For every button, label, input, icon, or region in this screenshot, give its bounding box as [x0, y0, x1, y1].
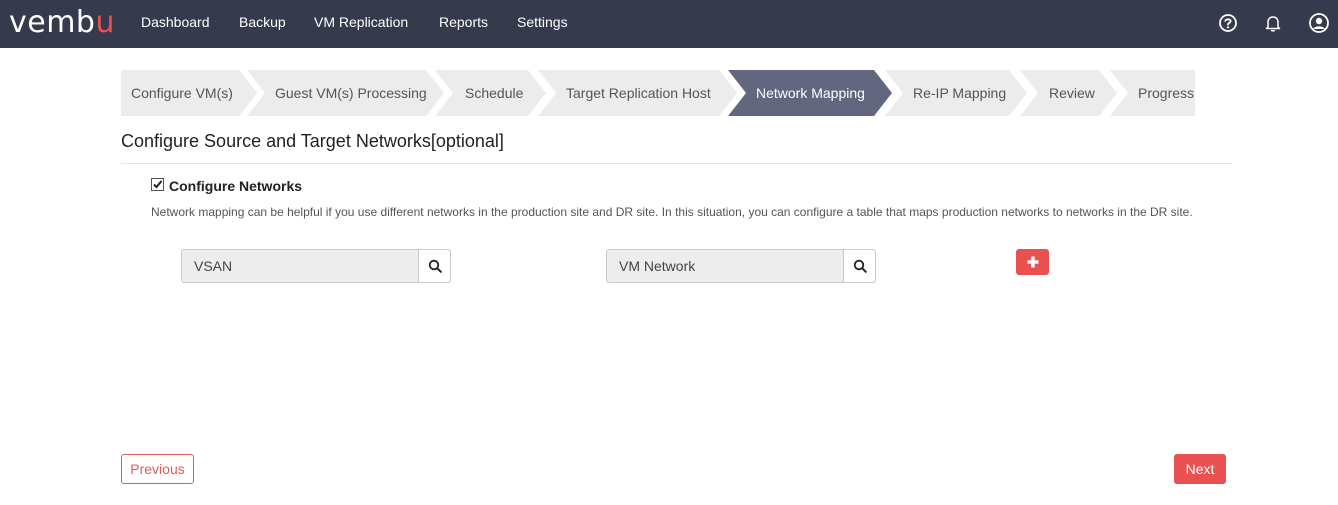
configure-networks-label: Configure Networks	[169, 178, 303, 194]
step-label: Schedule	[465, 85, 524, 101]
step-target-replication-host[interactable]: Target Replication Host	[538, 70, 737, 116]
source-network-input[interactable]	[182, 250, 419, 282]
plus-icon	[1027, 256, 1038, 268]
step-label: Configure VM(s)	[131, 85, 233, 101]
step-label: Review	[1049, 85, 1095, 101]
step-label: Re-IP Mapping	[913, 85, 1007, 101]
divider	[121, 163, 1232, 164]
source-network-search-button[interactable]	[418, 250, 450, 282]
target-network-field	[606, 249, 876, 283]
step-guest-vm-processing[interactable]: Guest VM(s) Processing	[247, 70, 444, 116]
check-icon	[153, 180, 163, 189]
step-schedule[interactable]: Schedule	[435, 70, 546, 116]
nav-vm-replication[interactable]: VM Replication	[314, 14, 408, 30]
logo-text: vembu	[9, 5, 115, 40]
search-icon	[428, 259, 442, 273]
nav-dashboard[interactable]: Dashboard	[141, 14, 210, 30]
step-network-mapping[interactable]: Network Mapping	[728, 70, 892, 116]
step-review[interactable]: Review	[1020, 70, 1117, 116]
section-title: Configure Source and Target Networks[opt…	[121, 131, 504, 151]
search-icon	[853, 259, 867, 273]
step-label: Progress	[1138, 85, 1195, 101]
help-icon[interactable]	[1217, 12, 1239, 34]
add-mapping-button[interactable]	[1016, 249, 1049, 275]
source-network-field	[181, 249, 451, 283]
step-label: Network Mapping	[756, 85, 865, 101]
top-navbar: vembu Dashboard Backup VM Replication Re…	[0, 0, 1338, 48]
next-button[interactable]: Next	[1174, 454, 1226, 484]
nav-backup[interactable]: Backup	[239, 14, 286, 30]
nav-settings[interactable]: Settings	[517, 14, 568, 30]
target-network-search-button[interactable]	[843, 250, 875, 282]
previous-button[interactable]: Previous	[121, 454, 194, 484]
vembu-logo[interactable]: vembu	[9, 6, 115, 40]
wizard-steps: Configure VM(s) Guest VM(s) Processing S…	[121, 70, 1195, 116]
step-label: Guest VM(s) Processing	[275, 85, 427, 101]
configure-networks-checkbox[interactable]	[151, 178, 164, 191]
user-icon[interactable]	[1308, 12, 1330, 34]
step-re-ip-mapping[interactable]: Re-IP Mapping	[885, 70, 1027, 116]
step-configure-vms[interactable]: Configure VM(s)	[121, 70, 257, 116]
bell-icon[interactable]	[1262, 12, 1284, 34]
step-progress[interactable]: Progress	[1110, 70, 1195, 116]
step-label: Target Replication Host	[566, 85, 711, 101]
network-mapping-description: Network mapping can be helpful if you us…	[151, 205, 1193, 219]
nav-reports[interactable]: Reports	[439, 14, 488, 30]
target-network-input[interactable]	[607, 250, 844, 282]
